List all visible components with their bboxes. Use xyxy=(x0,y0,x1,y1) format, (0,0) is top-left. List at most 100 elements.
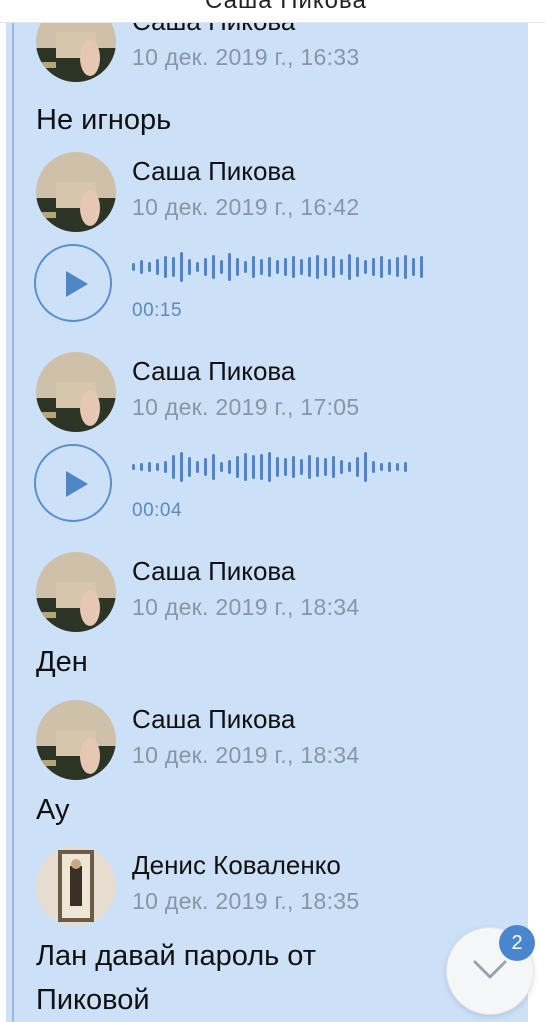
waveform-bar xyxy=(204,258,207,276)
waveform-bar xyxy=(388,462,391,472)
message-time: 10 дек. 2019 г., 18:34 xyxy=(132,594,360,620)
sasha-avatar[interactable] xyxy=(36,152,116,232)
waveform-bar xyxy=(204,458,207,476)
waveform-bar xyxy=(380,256,383,278)
play-icon[interactable] xyxy=(34,444,112,522)
waveform-bar xyxy=(412,258,415,276)
message-time: 10 дек. 2019 г., 16:42 xyxy=(132,194,360,220)
quote-bar xyxy=(12,22,14,1022)
waveform-bar xyxy=(268,452,271,482)
waveform-bar xyxy=(172,257,175,277)
waveform-bar xyxy=(404,462,407,472)
voice-duration: 00:15 xyxy=(132,300,183,321)
waveform-bar xyxy=(156,463,159,471)
denis-avatar[interactable] xyxy=(36,846,116,926)
voice-duration: 00:04 xyxy=(132,500,183,521)
message-text: Не игнорь xyxy=(36,104,172,136)
author-name[interactable]: Саша Пикова xyxy=(132,156,295,187)
waveform-bar xyxy=(148,462,151,472)
message-time: 10 дек. 2019 г., 18:35 xyxy=(132,888,360,914)
waveform-bar xyxy=(324,258,327,276)
waveform-bar xyxy=(396,463,399,471)
waveform-bar xyxy=(332,456,335,478)
waveform-bar xyxy=(164,256,167,278)
author-name[interactable]: Саша Пикова xyxy=(132,704,295,735)
waveform-bar xyxy=(252,455,255,479)
message-time: 10 дек. 2019 г., 16:33 xyxy=(132,44,360,70)
waveform-bar xyxy=(236,258,239,276)
waveform-bar xyxy=(212,255,215,279)
waveform-bar xyxy=(284,258,287,276)
waveform-bar xyxy=(308,257,311,277)
unread-count-badge: 2 xyxy=(499,925,535,961)
message-text: Лан давай пароль от Пиковой xyxy=(36,940,317,1016)
author-name[interactable]: Денис Коваленко xyxy=(132,850,341,881)
waveform-bar xyxy=(276,457,279,477)
waveform-bar xyxy=(180,252,183,282)
waveform-bar xyxy=(236,456,239,478)
waveform-bar xyxy=(172,455,175,479)
waveform-bar xyxy=(188,259,191,275)
waveform-bar xyxy=(188,457,191,477)
sasha-avatar[interactable] xyxy=(36,700,116,780)
waveform-bar xyxy=(364,452,367,482)
waveform-bar xyxy=(388,259,391,275)
waveform-bar xyxy=(372,258,375,276)
sasha-avatar[interactable] xyxy=(36,22,116,82)
message-time: 10 дек. 2019 г., 18:34 xyxy=(132,742,360,768)
waveform-bar xyxy=(228,460,231,474)
waveform-bar xyxy=(276,260,279,274)
waveform-bar xyxy=(268,257,271,277)
waveform-bar xyxy=(324,458,327,476)
waveform-bar xyxy=(244,261,247,273)
right-gutter xyxy=(528,22,545,1022)
waveform-bar xyxy=(364,260,367,274)
waveform-bar xyxy=(292,256,295,278)
waveform-bar xyxy=(340,259,343,275)
waveform-bar xyxy=(300,459,303,475)
waveform-bar xyxy=(332,256,335,278)
message-text: Ау xyxy=(36,794,70,826)
waveform-bar xyxy=(244,453,247,481)
waveform-bar xyxy=(292,456,295,478)
waveform-bar xyxy=(300,259,303,275)
waveform-bar xyxy=(196,262,199,272)
waveform-bar xyxy=(316,457,319,477)
waveform-bar xyxy=(220,462,223,472)
waveform-bar xyxy=(180,452,183,482)
author-name[interactable]: Саша Пикова xyxy=(132,22,295,37)
waveform-bar xyxy=(372,461,375,473)
sasha-avatar[interactable] xyxy=(36,552,116,632)
play-icon[interactable] xyxy=(34,244,112,322)
waveform-bar xyxy=(340,460,343,474)
waveform-bar xyxy=(140,463,143,471)
sasha-avatar[interactable] xyxy=(36,352,116,432)
author-name[interactable]: Саша Пикова xyxy=(132,556,295,587)
waveform-bar xyxy=(132,464,135,470)
waveform-bar xyxy=(260,454,263,480)
waveform-bar xyxy=(220,260,223,274)
waveform-bar xyxy=(212,454,215,480)
waveform-bar xyxy=(228,253,231,281)
waveform-bar xyxy=(252,256,255,278)
voice-waveform[interactable] xyxy=(132,450,432,484)
waveform-bar xyxy=(196,461,199,473)
waveform-bar xyxy=(356,257,359,277)
waveform-bar xyxy=(164,461,167,473)
waveform-bar xyxy=(356,457,359,477)
author-name[interactable]: Саша Пикова xyxy=(132,356,295,387)
message-time: 10 дек. 2019 г., 17:05 xyxy=(132,394,360,420)
top-bar: Саша Пикова xyxy=(0,0,545,23)
waveform-bar xyxy=(156,259,159,275)
waveform-bar xyxy=(380,463,383,471)
waveform-bar xyxy=(284,458,287,476)
waveform-bar xyxy=(308,455,311,479)
forwarded-messages-thread[interactable]: Саша Пикова 10 дек. 2019 г., 16:33 Не иг… xyxy=(6,22,528,1022)
waveform-bar xyxy=(420,256,423,278)
waveform-bar xyxy=(348,462,351,472)
waveform-bar xyxy=(140,260,143,274)
waveform-bar xyxy=(404,255,407,279)
voice-waveform[interactable] xyxy=(132,250,432,284)
waveform-bar xyxy=(148,262,151,272)
waveform-bar xyxy=(260,259,263,275)
